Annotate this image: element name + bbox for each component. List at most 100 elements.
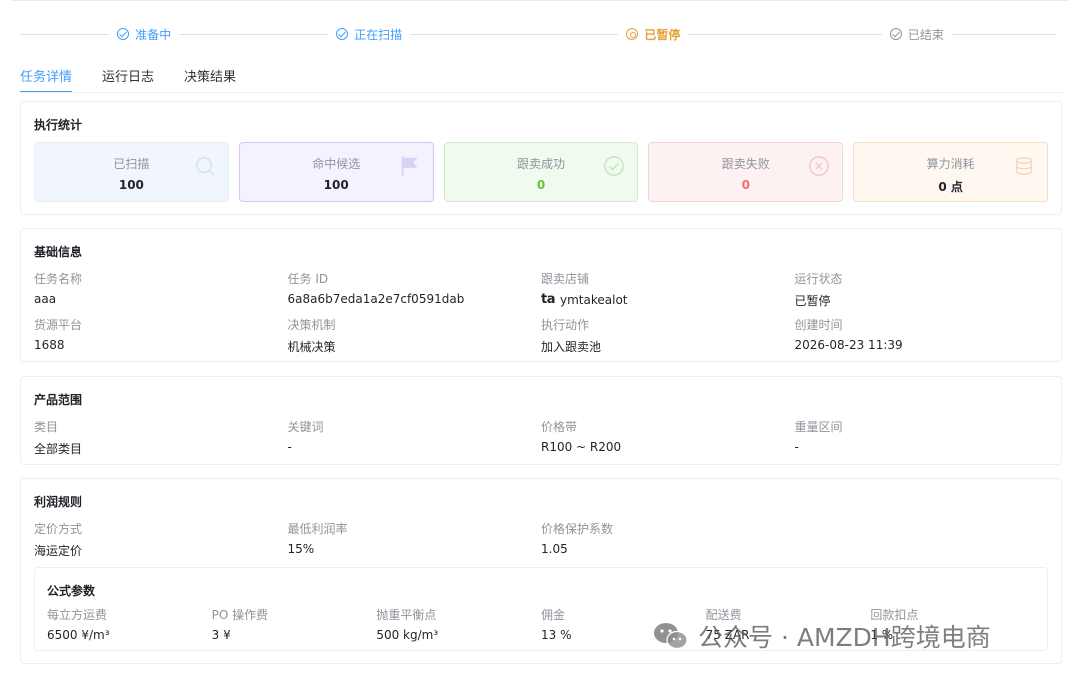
tab-task-details[interactable]: 任务详情	[20, 66, 73, 93]
field-label: 运行状态	[794, 272, 843, 286]
field-action: 执行动作 加入跟卖池	[541, 316, 795, 362]
stat-scanned: 已扫描 100	[34, 142, 229, 202]
field-label: 任务名称	[34, 272, 83, 286]
watermark: 公众号 · AMZDH跨境电商	[652, 618, 991, 654]
stat-value: 100	[323, 178, 349, 192]
step-connector	[20, 33, 110, 35]
field-decision-mechanism: 决策机制 机械决策	[288, 316, 542, 362]
field-label: 每立方运费	[47, 608, 108, 622]
field-label: 价格带	[541, 420, 578, 434]
field-value: 加入跟卖池	[541, 340, 602, 354]
search-icon	[195, 157, 215, 176]
field-value: 海运定价	[34, 544, 83, 558]
field-value: 机械决策	[287, 340, 336, 354]
field-label: 类目	[34, 420, 59, 434]
field-created-time: 创建时间 2026-08-23 11:39	[795, 316, 1049, 362]
field-label: 决策机制	[287, 318, 336, 332]
step-label: 已暂停	[644, 27, 681, 42]
field-value: 全部类目	[34, 442, 83, 456]
field-value: 500 kg/m³	[376, 628, 439, 642]
step-scanning: 正在扫描	[336, 26, 402, 43]
field-label: 创建时间	[794, 318, 843, 332]
top-divider	[12, 0, 1068, 1]
stat-failed: 跟卖失败 0	[648, 142, 844, 202]
check-circle-icon	[336, 28, 349, 40]
stat-success: 跟卖成功 0	[443, 142, 639, 202]
field-value: 1688	[34, 338, 65, 352]
detail-tabs: 任务详情 运行日志 决策结果	[20, 66, 236, 93]
takealot-logo: ta	[541, 292, 556, 307]
pause-circle-icon	[626, 28, 639, 40]
field-value: aaa	[34, 292, 57, 306]
field-weight-range: 重量区间 -	[795, 418, 1049, 464]
field-label: 跟卖店铺	[541, 272, 590, 286]
field-min-profit-rate: 最低利润率 15%	[288, 520, 542, 566]
field-label: PO 操作费	[211, 608, 269, 622]
step-label: 正在扫描	[354, 27, 403, 42]
step-connector	[951, 33, 1056, 35]
panel-title: 公式参数	[47, 584, 96, 598]
wechat-icon	[654, 623, 688, 650]
stat-value: 0	[741, 178, 750, 192]
store-name: ymtakealot	[560, 292, 628, 307]
step-preparing: 准备中	[117, 26, 171, 43]
field-task-name: 任务名称 aaa	[34, 270, 288, 316]
watermark-text: 公众号 · AMZDH跨境电商	[698, 623, 991, 652]
step-connector	[179, 33, 329, 35]
check-circle-icon	[117, 28, 130, 40]
field-label: 执行动作	[541, 318, 590, 332]
field-label: 重量区间	[794, 420, 843, 434]
field-freight-per-cbm: 每立方运费 6500 ¥/m³	[47, 606, 212, 652]
check-circle-icon	[604, 156, 625, 176]
field-value: 已暂停	[794, 294, 831, 308]
card-title: 产品范围	[34, 393, 83, 407]
field-label: 抛重平衡点	[376, 608, 437, 622]
field-value: 3 ¥	[211, 628, 231, 642]
field-task-id: 任务 ID 6a8a6b7eda1a2e7cf0591dab	[288, 270, 542, 316]
stat-value: 100	[118, 178, 144, 192]
tab-decision-results[interactable]: 决策结果	[184, 66, 236, 93]
tabs-divider	[20, 92, 1062, 93]
close-circle-icon	[809, 156, 830, 176]
field-pricing-method: 定价方式 海运定价	[34, 520, 288, 566]
field-label: 价格保护系数	[541, 522, 614, 536]
field-label: 任务 ID	[287, 272, 329, 286]
field-value: 6a8a6b7eda1a2e7cf0591dab	[287, 292, 465, 306]
field-value: 1.05	[541, 542, 568, 556]
stat-compute-used: 算力消耗 0 点	[853, 142, 1048, 202]
field-source-platform: 货源平台 1688	[34, 316, 288, 362]
step-connector	[688, 33, 882, 35]
step-connector	[410, 33, 619, 35]
field-label: 货源平台	[34, 318, 83, 332]
stat-hit-candidates: 命中候选 100	[238, 142, 434, 202]
stat-value: 0	[536, 178, 546, 192]
flag-icon	[401, 156, 417, 177]
field-value: -	[794, 440, 799, 454]
coins-icon	[1015, 157, 1033, 175]
field-value: ta ymtakealot	[541, 292, 795, 307]
field-category: 类目 全部类目	[34, 418, 288, 464]
field-label: 定价方式	[34, 522, 83, 536]
progress-steps: 准备中 正在扫描 已暂停 已结束	[12, 22, 1064, 46]
step-paused: 已暂停	[626, 26, 680, 43]
field-keywords: 关键词 -	[288, 418, 542, 464]
card-title: 基础信息	[34, 245, 83, 259]
field-weight-balance: 抛重平衡点 500 kg/m³	[376, 606, 541, 652]
card-title: 利润规则	[34, 495, 83, 509]
field-value: 6500 ¥/m³	[47, 628, 110, 642]
product-scope-card: 产品范围 类目全部类目 关键词 - 价格带 R100 ~ R200 重量区间 -	[20, 376, 1062, 465]
field-run-status: 运行状态 已暂停	[795, 270, 1049, 316]
tab-run-log[interactable]: 运行日志	[102, 66, 154, 93]
field-store: 跟卖店铺 ta ymtakealot	[541, 270, 795, 316]
field-po-fee: PO 操作费 3 ¥	[212, 606, 377, 652]
step-label: 准备中	[135, 27, 172, 42]
field-value: -	[287, 440, 292, 454]
field-price-protection: 价格保护系数 1.05	[541, 520, 795, 566]
field-value: R100 ~ R200	[541, 440, 622, 454]
field-label: 关键词	[287, 420, 324, 434]
card-title: 执行统计	[34, 118, 83, 132]
field-value: 2026-08-23 11:39	[794, 338, 903, 352]
stat-value: 0 点	[938, 180, 963, 194]
field-label: 最低利润率	[287, 522, 348, 536]
check-circle-icon	[889, 28, 902, 40]
